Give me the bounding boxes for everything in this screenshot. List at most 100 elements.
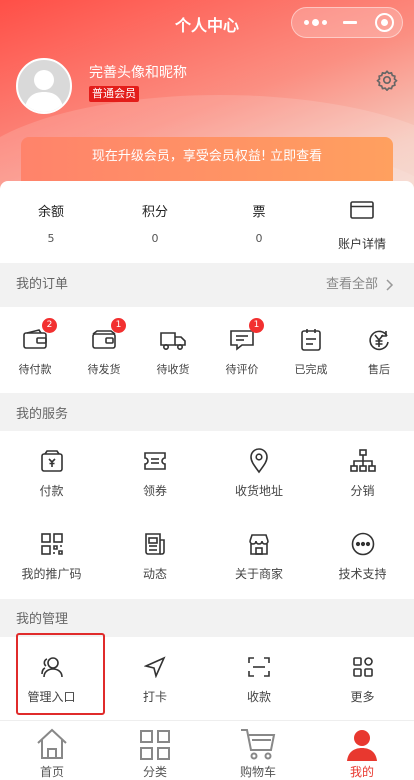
tab-profile[interactable]: 我的 xyxy=(322,721,402,780)
tab-category-label: 分类 xyxy=(142,765,167,779)
order-pending-payment-label: 待付款 xyxy=(18,363,52,376)
service-payment[interactable]: 付款 xyxy=(0,448,103,499)
wallet-icon: 2 xyxy=(20,318,57,353)
points-value: 0 xyxy=(151,232,159,245)
service-news-label: 动态 xyxy=(142,567,167,581)
service-about-merchant[interactable]: 关于商家 xyxy=(207,531,311,582)
minimize-button[interactable] xyxy=(336,8,364,37)
service-promo-code[interactable]: 我的推广码 xyxy=(0,531,103,582)
order-pending-receipt[interactable]: 待收货 xyxy=(142,327,204,377)
balance-value: 5 xyxy=(47,232,55,245)
tickets[interactable]: 票 0 xyxy=(233,201,285,245)
service-tech-support[interactable]: 技术支持 xyxy=(311,531,414,582)
management-collect[interactable]: 收款 xyxy=(207,654,311,705)
pending-shipment-badge: 1 xyxy=(111,318,126,333)
service-distribution[interactable]: 分销 xyxy=(311,448,414,499)
coupon-icon xyxy=(140,448,170,474)
service-news[interactable]: 动态 xyxy=(103,531,207,582)
service-address-label: 收货地址 xyxy=(234,484,283,498)
service-coupon-label: 领券 xyxy=(142,484,167,498)
balance-amount[interactable]: 余额 5 xyxy=(25,201,77,245)
service-promo-code-label: 我的推广码 xyxy=(21,567,82,581)
home-icon xyxy=(12,721,92,761)
comment-icon: 1 xyxy=(227,318,264,353)
management-checkin-label: 打卡 xyxy=(142,690,167,704)
order-pending-shipment[interactable]: 1 待发货 xyxy=(73,318,135,377)
category-icon xyxy=(115,721,195,761)
management-title: 我的管理 xyxy=(16,612,69,627)
orders-title: 我的订单 xyxy=(16,277,69,292)
order-pending-receipt-label: 待收货 xyxy=(156,363,190,376)
orders-panel: 2 待付款 1 待发货 待收货 1 待评价 已完成 售后 xyxy=(0,307,414,393)
bottom-tab-bar: 首页 分类 购物车 我的 xyxy=(0,720,414,780)
avatar-placeholder-icon xyxy=(24,70,64,112)
order-pending-shipment-label: 待发货 xyxy=(87,363,121,376)
payment-icon xyxy=(37,448,67,474)
orders-section-header: 我的订单 查看全部 xyxy=(0,263,414,307)
tab-cart-label: 购物车 xyxy=(239,765,276,779)
more-options-button[interactable] xyxy=(300,8,330,37)
pending-review-badge: 1 xyxy=(249,318,264,333)
management-entry-highlight xyxy=(16,633,105,715)
account-detail[interactable]: 账户详情 xyxy=(330,201,394,252)
tab-category[interactable]: 分类 xyxy=(115,721,195,780)
network-icon xyxy=(348,448,378,474)
account-detail-label: 账户详情 xyxy=(337,237,386,251)
tickets-label: 票 xyxy=(252,205,266,220)
services-title: 我的服务 xyxy=(16,407,69,422)
points[interactable]: 积分 0 xyxy=(129,201,181,245)
member-level-badge: 普通会员 xyxy=(89,86,139,102)
qrcode-icon xyxy=(37,531,67,557)
service-address[interactable]: 收货地址 xyxy=(207,448,311,499)
order-after-sales[interactable]: 售后 xyxy=(348,327,410,377)
card-icon xyxy=(330,201,394,221)
top-nav-bar: 个人中心 xyxy=(0,0,414,44)
tab-profile-label: 我的 xyxy=(349,765,374,779)
yen-icon xyxy=(364,327,394,353)
order-pending-review-label: 待评价 xyxy=(225,363,259,376)
profile-icon xyxy=(322,721,402,761)
tab-home[interactable]: 首页 xyxy=(12,721,92,780)
points-label: 积分 xyxy=(141,205,168,220)
store-icon xyxy=(244,531,274,557)
service-tech-support-label: 技术支持 xyxy=(338,567,387,581)
navigation-icon xyxy=(140,654,170,680)
services-panel: 付款 领券 收货地址 分销 我的推广码 动态 关于商家 技术支持 xyxy=(0,431,414,599)
balance-label: 余额 xyxy=(37,205,64,220)
checklist-icon xyxy=(296,327,326,353)
mini-program-capsule xyxy=(291,7,403,38)
cart-icon xyxy=(218,721,298,761)
avatar[interactable] xyxy=(16,58,72,114)
box-icon: 1 xyxy=(89,318,126,353)
management-more-label: 更多 xyxy=(350,690,375,704)
management-checkin[interactable]: 打卡 xyxy=(103,654,207,705)
management-more[interactable]: 更多 xyxy=(311,654,414,705)
order-completed-label: 已完成 xyxy=(294,363,328,376)
service-payment-label: 付款 xyxy=(39,484,64,498)
see-all-label: 查看全部 xyxy=(325,277,378,292)
grid-icon xyxy=(348,654,378,680)
see-all-orders-link[interactable]: 查看全部 xyxy=(326,263,396,307)
order-pending-payment[interactable]: 2 待付款 xyxy=(4,318,66,377)
scan-icon xyxy=(244,654,274,680)
tab-cart[interactable]: 购物车 xyxy=(218,721,298,780)
settings-icon[interactable] xyxy=(376,69,398,91)
truck-icon xyxy=(158,327,188,353)
more-dots-icon xyxy=(348,531,378,557)
service-distribution-label: 分销 xyxy=(350,484,375,498)
order-after-sales-label: 售后 xyxy=(368,363,390,376)
management-section-header: 我的管理 xyxy=(0,599,414,637)
chevron-right-icon xyxy=(386,279,394,291)
service-coupon[interactable]: 领券 xyxy=(103,448,207,499)
tickets-value: 0 xyxy=(255,232,263,245)
location-icon xyxy=(244,448,274,474)
order-completed[interactable]: 已完成 xyxy=(280,327,342,377)
nickname[interactable]: 完善头像和昵称 xyxy=(89,62,187,82)
order-pending-review[interactable]: 1 待评价 xyxy=(211,318,273,377)
management-collect-label: 收款 xyxy=(246,690,271,704)
service-about-merchant-label: 关于商家 xyxy=(234,567,283,581)
close-button[interactable] xyxy=(370,8,398,37)
news-icon xyxy=(140,531,170,557)
pending-payment-badge: 2 xyxy=(42,318,57,333)
upgrade-member-banner[interactable]: 现在升级会员，享受会员权益! 立即查看 xyxy=(21,137,393,183)
